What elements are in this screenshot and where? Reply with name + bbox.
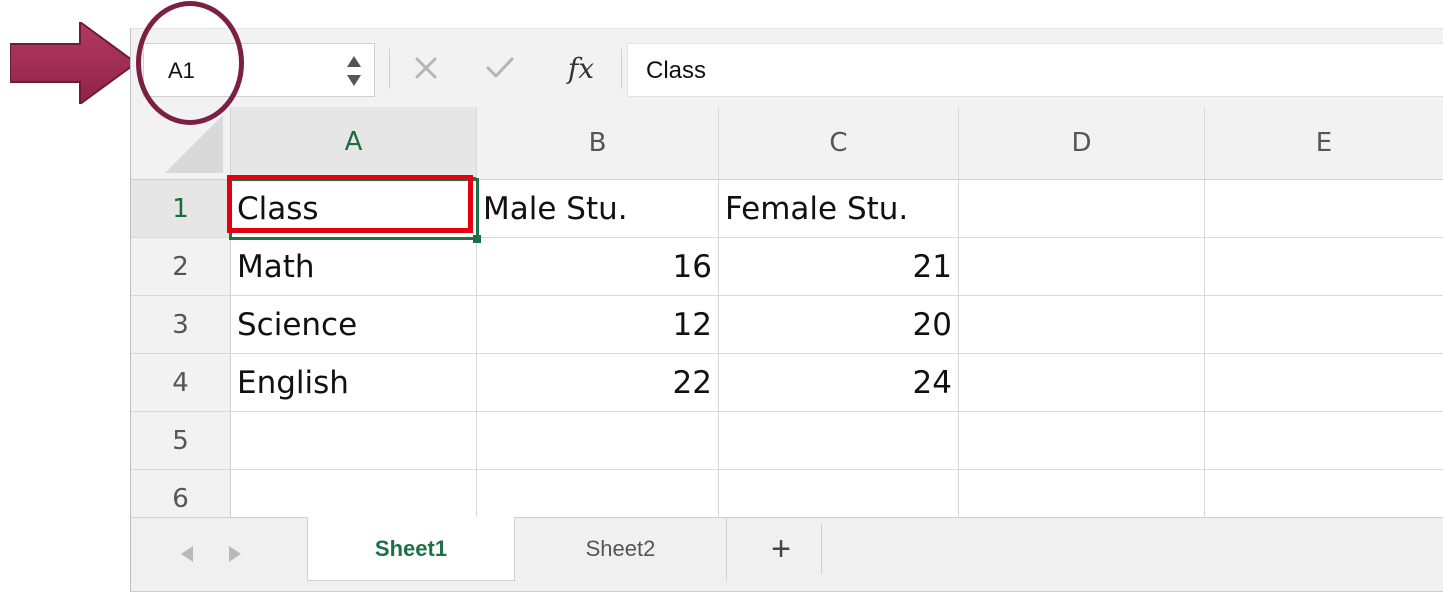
column-header-d[interactable]: D	[959, 107, 1205, 180]
cell-b1[interactable]: Male Stu.	[477, 180, 719, 238]
cell-c4[interactable]: 24	[719, 354, 959, 412]
formula-bar-separator	[389, 49, 390, 89]
cell-b3[interactable]: 12	[477, 296, 719, 354]
column-header-a[interactable]: A	[231, 107, 477, 180]
annotation-arrow	[10, 22, 138, 104]
name-box[interactable]: A1	[143, 43, 375, 97]
cell-a2[interactable]: Math	[231, 238, 477, 296]
cell-c5[interactable]	[719, 412, 959, 470]
formula-input[interactable]: Class	[627, 43, 1443, 97]
cell-a3[interactable]: Science	[231, 296, 477, 354]
add-sheet-button[interactable]: +	[741, 524, 822, 574]
scroll-right-icon[interactable]	[227, 544, 243, 564]
cell-a6[interactable]	[231, 470, 477, 517]
cell-b5[interactable]	[477, 412, 719, 470]
cell-d2[interactable]	[959, 238, 1205, 296]
cell-c6[interactable]	[719, 470, 959, 517]
confirm-check-icon[interactable]	[475, 43, 525, 93]
name-box-value: A1	[168, 58, 195, 83]
row-header-1[interactable]: 1	[131, 180, 231, 238]
cancel-icon[interactable]	[401, 43, 451, 93]
row-header-2[interactable]: 2	[131, 238, 231, 296]
cell-c2[interactable]: 21	[719, 238, 959, 296]
scroll-left-icon[interactable]	[179, 544, 195, 564]
cell-a4[interactable]: English	[231, 354, 477, 412]
cell-d1[interactable]	[959, 180, 1205, 238]
formula-separator	[621, 49, 622, 89]
insert-function-icon[interactable]: fx	[551, 43, 611, 93]
formula-value: Class	[646, 57, 707, 84]
row-header-4[interactable]: 4	[131, 354, 231, 412]
sheet-grid: A B C D E 1 2 3 4 5 6 Class Male Stu. Fe…	[131, 107, 1443, 517]
tab-sheet2[interactable]: Sheet2	[515, 517, 727, 581]
cell-b4[interactable]: 22	[477, 354, 719, 412]
tab-sheet1[interactable]: Sheet1	[307, 517, 515, 581]
row-header-6[interactable]: 6	[131, 470, 231, 517]
cell-e1[interactable]	[1205, 180, 1443, 238]
cell-e3[interactable]	[1205, 296, 1443, 354]
cell-e4[interactable]	[1205, 354, 1443, 412]
cell-d3[interactable]	[959, 296, 1205, 354]
cell-e5[interactable]	[1205, 412, 1443, 470]
select-all-corner[interactable]	[131, 107, 231, 180]
formula-bar-area: A1 fx Class	[131, 29, 1443, 108]
cell-e6[interactable]	[1205, 470, 1443, 517]
row-header-3[interactable]: 3	[131, 296, 231, 354]
name-box-spinner-icon[interactable]	[344, 54, 364, 88]
cell-c1[interactable]: Female Stu.	[719, 180, 959, 238]
sheet-tab-bar: Sheet1 Sheet2 +	[131, 517, 1443, 592]
cell-d4[interactable]	[959, 354, 1205, 412]
cell-a5[interactable]	[231, 412, 477, 470]
cell-c3[interactable]: 20	[719, 296, 959, 354]
cell-d5[interactable]	[959, 412, 1205, 470]
cell-a1[interactable]: Class	[231, 180, 477, 238]
cell-b6[interactable]	[477, 470, 719, 517]
column-header-c[interactable]: C	[719, 107, 959, 180]
cell-e2[interactable]	[1205, 238, 1443, 296]
row-header-5[interactable]: 5	[131, 412, 231, 470]
cell-d6[interactable]	[959, 470, 1205, 517]
fill-handle[interactable]	[473, 235, 481, 243]
cell-b2[interactable]: 16	[477, 238, 719, 296]
spreadsheet-window: A1 fx Class A B C D E 1 2 3 4 5 6 Class …	[130, 28, 1443, 592]
column-header-e[interactable]: E	[1205, 107, 1443, 180]
column-header-b[interactable]: B	[477, 107, 719, 180]
